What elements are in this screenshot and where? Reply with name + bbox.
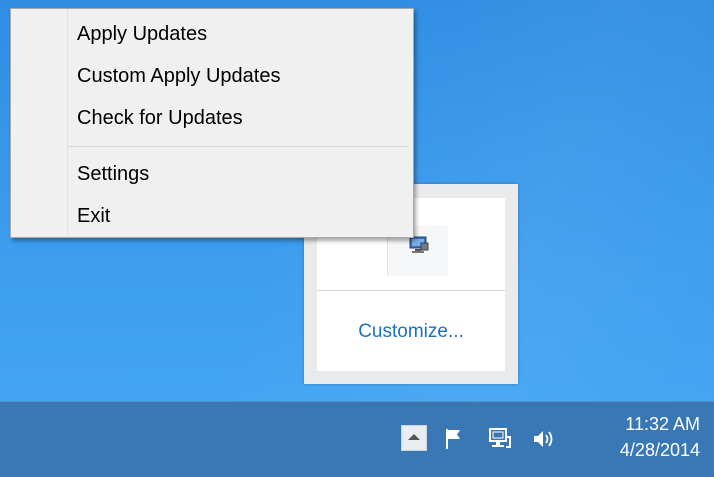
menu-item-settings[interactable]: Settings bbox=[77, 158, 397, 190]
menu-item-custom-apply-updates[interactable]: Custom Apply Updates bbox=[77, 60, 397, 92]
action-center-flag-icon[interactable] bbox=[440, 425, 468, 453]
context-menu: Apply Updates Custom Apply Updates Check… bbox=[10, 8, 414, 238]
show-hidden-icons-button[interactable] bbox=[401, 425, 427, 451]
taskbar-clock[interactable]: 11:32 AM 4/28/2014 bbox=[590, 411, 700, 463]
clock-time: 11:32 AM bbox=[625, 414, 700, 434]
menu-item-check-for-updates[interactable]: Check for Updates bbox=[77, 102, 397, 134]
taskbar: 11:32 AM 4/28/2014 bbox=[0, 401, 714, 477]
menu-item-exit[interactable]: Exit bbox=[77, 200, 397, 232]
network-icon[interactable] bbox=[486, 425, 514, 453]
clock-date: 4/28/2014 bbox=[619, 440, 700, 460]
desktop[interactable]: Customize... Apply Updates Custom Apply … bbox=[0, 0, 714, 477]
customize-area: Customize... bbox=[317, 291, 505, 371]
taskbar-edge bbox=[0, 401, 714, 402]
menu-icon-gutter bbox=[67, 9, 68, 237]
volume-icon[interactable] bbox=[530, 425, 558, 453]
menu-item-apply-updates[interactable]: Apply Updates bbox=[77, 18, 397, 50]
menu-separator bbox=[68, 146, 409, 147]
chevron-up-icon bbox=[408, 434, 420, 440]
customize-link[interactable]: Customize... bbox=[317, 321, 505, 343]
